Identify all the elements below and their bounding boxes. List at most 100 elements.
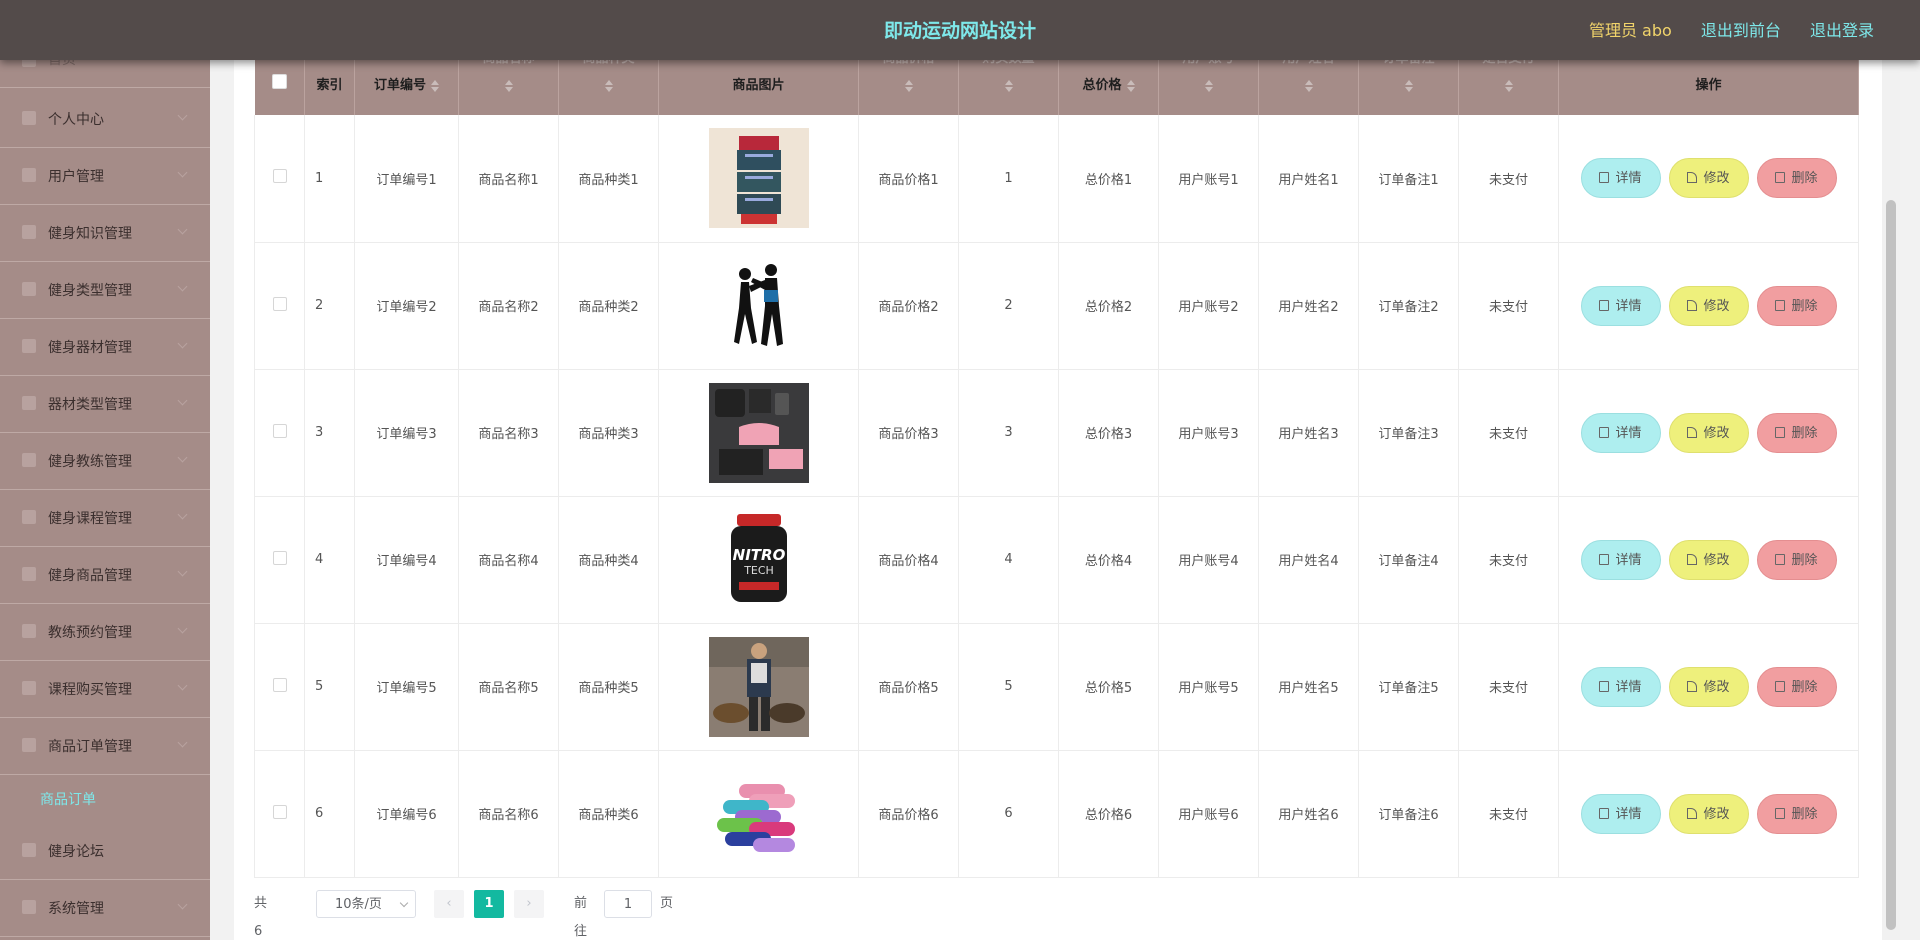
prev-page-button[interactable]: ‹: [434, 890, 464, 918]
sidebar-item-label: 器材类型管理: [48, 397, 132, 413]
cell-product-name: 商品名称6: [458, 750, 559, 878]
sort-icon[interactable]: [1126, 79, 1135, 92]
logout-link[interactable]: 退出登录: [1810, 21, 1874, 40]
page-size-value: 10条/页: [335, 897, 382, 912]
edit-button[interactable]: 修改: [1668, 793, 1749, 834]
edit-button[interactable]: 修改: [1668, 285, 1749, 326]
col-username[interactable]: 用户姓名: [1258, 51, 1359, 115]
select-all-checkbox[interactable]: [271, 74, 287, 89]
table-row: 4 订单编号4 商品名称4 商品种类4 NITRO TECH 商品价格4 4 总价格4 用户账号4…: [254, 496, 1859, 624]
sort-icon[interactable]: [1204, 79, 1213, 92]
next-page-button[interactable]: ›: [514, 890, 544, 918]
chevron-down-icon: [177, 509, 188, 520]
sidebar-item-user-management[interactable]: 用户管理: [0, 149, 210, 205]
col-total[interactable]: 总价格: [1058, 52, 1159, 115]
cell-qty: 3: [958, 369, 1059, 497]
edit-button[interactable]: 修改: [1668, 412, 1749, 453]
row-checkbox[interactable]: [272, 169, 287, 184]
detail-button[interactable]: 详情: [1580, 793, 1661, 834]
row-checkbox[interactable]: [272, 550, 287, 565]
goto-page-input[interactable]: 1: [604, 890, 652, 918]
detail-label: 详情: [1615, 298, 1642, 314]
cell-account: 用户账号2: [1158, 242, 1259, 370]
delete-label: 删除: [1791, 171, 1818, 187]
col-price[interactable]: 商品价格: [858, 51, 959, 115]
page-number-current[interactable]: 1: [474, 890, 504, 918]
detail-button[interactable]: 详情: [1580, 285, 1661, 326]
delete-button[interactable]: 删除: [1756, 539, 1837, 580]
cell-qty: 2: [958, 242, 1059, 370]
col-product-type[interactable]: 商品种类: [558, 51, 659, 115]
cell-order-no: 订单编号1: [354, 115, 459, 243]
sort-icon[interactable]: [1004, 79, 1013, 92]
col-paid[interactable]: 是否支付: [1458, 51, 1559, 115]
scrollbar-thumb[interactable]: [1886, 200, 1896, 930]
sidebar-item-fitness-coach[interactable]: 健身教练管理: [0, 434, 210, 490]
row-checkbox[interactable]: [272, 677, 287, 692]
delete-button[interactable]: 删除: [1756, 666, 1837, 707]
cell-remark: 订单备注3: [1358, 369, 1459, 497]
sidebar-item-fitness-type[interactable]: 健身类型管理: [0, 263, 210, 319]
edit-button[interactable]: 修改: [1668, 666, 1749, 707]
col-remark[interactable]: 订单备注: [1358, 51, 1459, 115]
vertical-scrollbar[interactable]: [1882, 0, 1900, 940]
row-checkbox[interactable]: [272, 423, 287, 438]
sort-icon[interactable]: [1404, 79, 1413, 92]
sidebar-item-personal-center[interactable]: 个人中心: [0, 92, 210, 148]
sort-icon[interactable]: [431, 79, 439, 92]
product-image: [708, 255, 809, 356]
sidebar-subitem-product-order[interactable]: 商品订单: [0, 776, 210, 824]
col-account[interactable]: 用户账号: [1158, 51, 1259, 115]
personal-center-icon: [22, 111, 36, 125]
delete-button[interactable]: 删除: [1756, 793, 1837, 834]
sort-icon[interactable]: [1504, 79, 1513, 92]
sort-icon[interactable]: [604, 79, 613, 92]
main-content: 索引 订单编号 商品名称 商品种类 商品图片 商品价格 购买数量 总价格 用户账…: [234, 0, 1900, 940]
sidebar-item-fitness-course[interactable]: 健身课程管理: [0, 491, 210, 547]
top-header: 即动运动网站设计 管理员 abo 退出到前台 退出登录: [0, 0, 1920, 60]
cell-paid: 未支付: [1458, 369, 1559, 497]
col-order-no[interactable]: 订单编号: [354, 52, 459, 115]
chevron-down-icon: [177, 452, 188, 463]
delete-button[interactable]: 删除: [1756, 285, 1837, 326]
fitness-product-icon: [22, 567, 36, 581]
edit-button[interactable]: 修改: [1668, 158, 1749, 199]
cell-total: 总价格6: [1058, 750, 1159, 878]
exit-to-front-link[interactable]: 退出到前台: [1701, 21, 1781, 40]
sort-icon[interactable]: [504, 79, 513, 92]
detail-button[interactable]: 详情: [1580, 666, 1661, 707]
row-checkbox[interactable]: [272, 804, 287, 819]
delete-label: 删除: [1791, 679, 1818, 695]
cell-image: [658, 242, 859, 370]
sidebar-item-coach-booking[interactable]: 教练预约管理: [0, 605, 210, 661]
sidebar-item-fitness-knowledge[interactable]: 健身知识管理: [0, 206, 210, 262]
sidebar-item-fitness-forum[interactable]: 健身论坛: [0, 824, 210, 880]
order-table-wrap: 索引 订单编号 商品名称 商品种类 商品图片 商品价格 购买数量 总价格 用户账…: [254, 51, 1859, 878]
col-qty[interactable]: 购买数量: [958, 51, 1059, 115]
trash-icon: [1775, 299, 1786, 311]
delete-button[interactable]: 删除: [1756, 158, 1837, 199]
sidebar-item-course-purchase[interactable]: 课程购买管理: [0, 662, 210, 718]
product-image: [708, 128, 809, 229]
sidebar-item-product-order[interactable]: 商品订单管理: [0, 719, 210, 775]
sort-icon[interactable]: [904, 79, 913, 92]
cell-order-no: 订单编号4: [354, 496, 459, 624]
delete-button[interactable]: 删除: [1756, 412, 1837, 453]
col-product-name[interactable]: 商品名称: [458, 51, 559, 115]
sort-icon[interactable]: [1304, 79, 1313, 92]
cell-price: 商品价格2: [858, 242, 959, 370]
sidebar-item-system-management[interactable]: 系统管理: [0, 881, 210, 937]
sidebar-item-equipment-type[interactable]: 器材类型管理: [0, 377, 210, 433]
cell-username: 用户姓名5: [1258, 623, 1359, 751]
detail-label: 详情: [1615, 171, 1642, 187]
detail-button[interactable]: 详情: [1580, 412, 1661, 453]
sidebar-item-fitness-product[interactable]: 健身商品管理: [0, 548, 210, 604]
pagination-total: 共 6 条: [254, 896, 268, 939]
detail-button[interactable]: 详情: [1580, 539, 1661, 580]
sidebar-item-fitness-equipment[interactable]: 健身器材管理: [0, 320, 210, 376]
row-checkbox[interactable]: [272, 296, 287, 311]
cell-price: 商品价格3: [858, 369, 959, 497]
edit-button[interactable]: 修改: [1668, 539, 1749, 580]
detail-button[interactable]: 详情: [1580, 158, 1661, 199]
page-size-select[interactable]: 10条/页: [316, 890, 416, 918]
